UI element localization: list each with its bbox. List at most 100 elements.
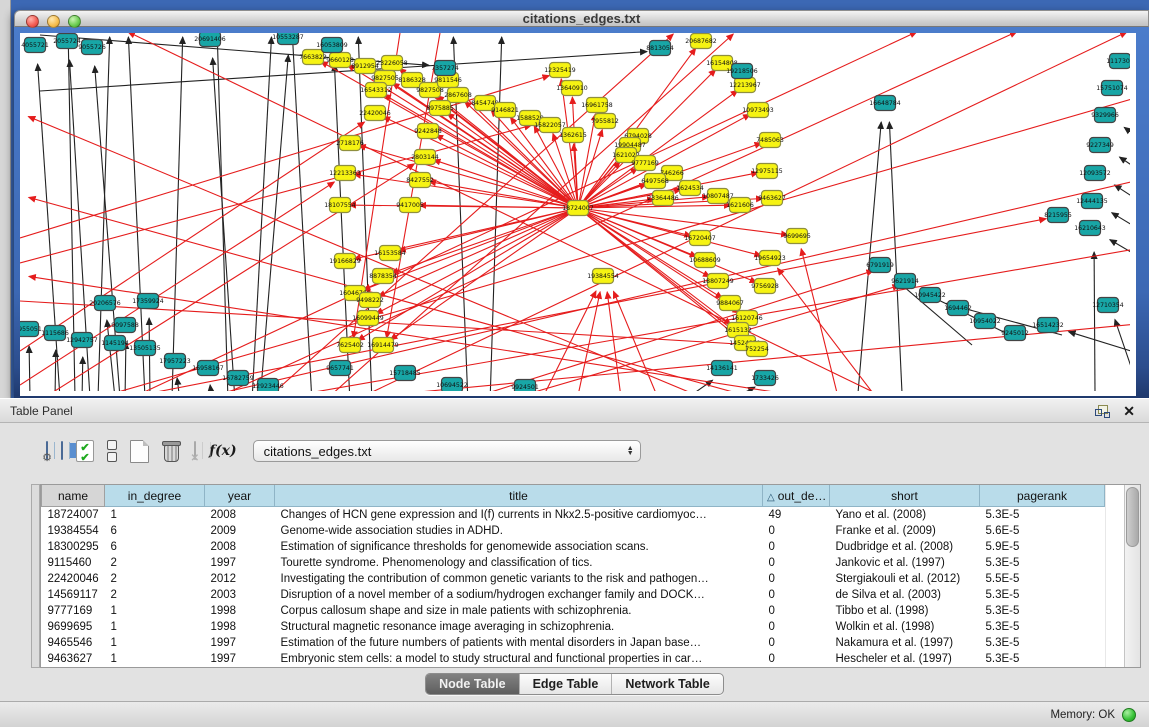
table-cell: 2008 [205,539,275,555]
column-header-title[interactable]: title [275,485,763,507]
network-table-select[interactable]: citations_edges.txt ▲▼ [253,440,641,462]
graph-node-label: 9884067 [716,300,744,307]
graph-node-label: 20206576 [89,300,121,307]
table-cell: 5.3E-5 [980,619,1105,635]
graph-node-label: 20691406 [194,36,226,43]
column-header-pagerank[interactable]: pagerank [980,485,1105,507]
table-row[interactable]: 977716911998Corpus callosum shape and si… [42,603,1105,619]
table-cell: 18300295 [42,539,105,555]
delete-table-icon[interactable]: ✕ [194,442,196,460]
select-columns-icon[interactable]: ✔✔ [76,440,94,462]
graph-node-label: 16514232 [1032,322,1064,329]
graph-node-label: 19166829 [329,258,361,265]
new-column-icon[interactable] [130,440,149,463]
table-row[interactable]: 969969511998Structural magnetic resonanc… [42,619,1105,635]
show-columns-icon[interactable] [61,442,63,460]
graph-node-label: 9657741 [326,365,354,372]
table-panel-header: Table Panel ✕ [0,398,1149,423]
table-cell: Estimation of the future numbers of pati… [275,635,763,651]
memory-status-icon[interactable] [1122,708,1136,722]
column-header-name[interactable]: name [42,485,105,507]
table-cell: 2 [105,555,205,571]
graph-node-label: 1117304 [1106,58,1130,65]
graph-node-label: 17359924 [132,298,164,305]
table-row[interactable]: 946362711997Embryonic stem cells: a mode… [42,651,1105,667]
table-cell: 1 [105,507,205,524]
graph-node-label: 1362615 [559,132,587,139]
table-row[interactable]: 946554611997Estimation of the future num… [42,635,1105,651]
close-window-button[interactable] [26,15,39,28]
column-header-year[interactable]: year [205,485,275,507]
table-cell: 5.3E-5 [980,587,1105,603]
table-row[interactable]: 911546021997Tourette syndrome. Phenomeno… [42,555,1105,571]
graph-edge-black [213,58,235,391]
graph-node-label: 12942757 [66,337,98,344]
citation-network-graph[interactable]: 1872400776638229660128891295423226058982… [20,33,1130,391]
table-cell: 5.9E-5 [980,539,1105,555]
graph-node-label: 6497568 [641,178,669,185]
table-cell: 6 [105,539,205,555]
graph-node-label: 12923446 [252,383,284,390]
graph-node-label: 22420046 [359,110,391,117]
graph-edge-black [55,350,56,391]
tab-network-table[interactable]: Network Table [612,674,723,694]
table-row[interactable]: 2242004622012Investigating the contribut… [42,571,1105,587]
delete-column-icon[interactable] [162,440,181,462]
graph-edge-red [100,219,1046,391]
table-cell: 22420046 [42,571,105,587]
graph-node-label: 10688609 [689,257,721,264]
window-titlebar[interactable]: citations_edges.txt [14,10,1149,27]
close-icon[interactable]: ✕ [1123,405,1135,417]
zoom-window-button[interactable] [68,15,81,28]
table-cell: 1 [105,603,205,619]
table-row[interactable]: 1830029562008Estimation of significance … [42,539,1105,555]
graph-node-label: 2803144 [411,154,439,161]
table-cell: 1998 [205,603,275,619]
table-row[interactable]: 1872400712008Changes of HCN gene express… [42,507,1105,524]
table-options-icon[interactable]: ⚙ [46,442,48,460]
graph-node-label: 16782759 [222,375,254,382]
graph-node-label: 14136141 [706,365,738,372]
graph-edge-red [378,208,578,296]
float-panel-icon[interactable] [1095,405,1108,417]
table-cell: 5.3E-5 [980,651,1105,667]
graph-edge-black [38,64,60,391]
tab-node-table[interactable]: Node Table [426,674,519,694]
minimize-window-button[interactable] [47,15,60,28]
graph-edge-red [390,208,578,340]
table-cell: Corpus callosum shape and size in male p… [275,603,763,619]
column-header-short[interactable]: short [830,485,980,507]
tab-edge-table[interactable]: Edge Table [520,674,613,694]
table-cell: 14569117 [42,587,105,603]
table-cell: 2 [105,571,205,587]
graph-node-label: 1694462 [944,305,972,312]
node-table: namein_degreeyeartitle△out_de…shortpager… [40,484,1141,668]
toggle-rows-icon[interactable] [107,440,117,462]
scrollbar-thumb[interactable] [1126,487,1139,547]
column-header-in-degree[interactable]: in_degree [105,485,205,507]
table-cell: Dudbridge et al. (2008) [830,539,980,555]
graph-edge-black [210,385,212,391]
network-canvas[interactable]: 1872400776638229660128891295423226058982… [20,33,1136,396]
graph-node-label: 16099449 [352,315,384,322]
table-scrollbar[interactable] [1124,485,1140,667]
graph-node-label: 7485063 [756,137,784,144]
table-cell: Structural magnetic resonance image aver… [275,619,763,635]
graph-node-label: 19654923 [754,255,786,262]
table-cell: 2009 [205,523,275,539]
graph-node-label: 12975115 [751,168,783,175]
side-strip [0,0,11,398]
network-table-select-value: citations_edges.txt [264,444,372,459]
graph-node-label: 16053809 [316,42,348,49]
table-cell: 0 [763,571,830,587]
table-row[interactable]: 1456911722003Disruption of a novel membe… [42,587,1105,603]
table-cell: Tibbo et al. (1998) [830,603,980,619]
graph-node-label: 9498222 [356,297,384,304]
function-builder-icon[interactable]: f(x) [209,443,237,459]
graph-node-label: 1615132 [724,327,752,334]
column-header-out-de-[interactable]: △out_de… [763,485,830,507]
graph-node-label: 9827508 [416,87,444,94]
table-row[interactable]: 1938455462009Genome-wide association stu… [42,523,1105,539]
graph-edge-black [29,346,30,391]
table-cell: 0 [763,603,830,619]
